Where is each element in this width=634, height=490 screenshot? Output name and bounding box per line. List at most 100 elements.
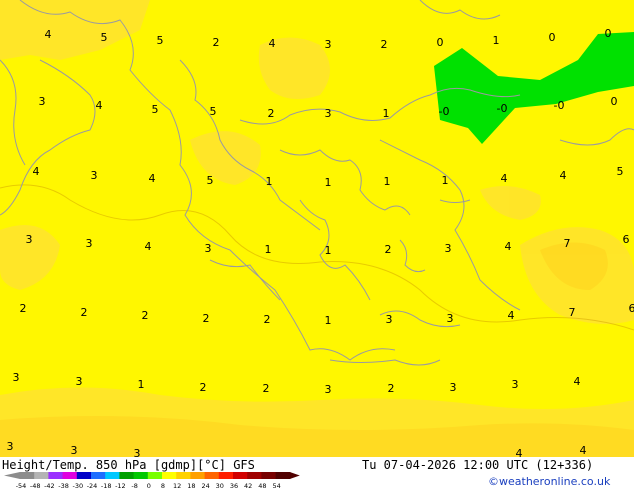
value-label: 3 — [13, 371, 20, 384]
value-label: 4 — [560, 169, 567, 182]
product-title: Height/Temp. 850 hPa [gdmp][°C] GFS — [2, 458, 255, 472]
weather-map: 4 5 5 2 4 3 2 0 1 0 0 3 4 5 5 2 3 1 -0 -0 -0 0 4 3 4 5 1 1 1 1 4 4 5 3 3 4 3… — [0, 0, 634, 460]
value-label: 4 — [45, 28, 52, 41]
value-label: 6 — [623, 233, 630, 246]
scale-swatch — [204, 472, 220, 479]
value-label: 1 — [325, 314, 332, 327]
scale-tick-label: -54 — [16, 482, 27, 490]
scale-swatch — [34, 472, 49, 479]
value-label: 2 — [81, 306, 88, 319]
footer-bar: Height/Temp. 850 hPa [gdmp][°C] GFS Tu 0… — [0, 457, 634, 490]
value-label: 2 — [20, 302, 27, 315]
scale-tick-label: -8 — [131, 482, 137, 490]
value-label: 2 — [200, 381, 207, 394]
value-label: 3 — [86, 237, 93, 250]
value-label: 2 — [388, 382, 395, 395]
value-label: 3 — [76, 375, 83, 388]
scale-tick-label: 36 — [230, 482, 238, 490]
scale-tick-label: -12 — [115, 482, 126, 490]
value-label: 2 — [213, 36, 220, 49]
value-label: 4 — [145, 240, 152, 253]
value-label: 5 — [210, 105, 217, 118]
value-label: 2 — [385, 243, 392, 256]
value-label: 3 — [445, 242, 452, 255]
scale-swatch — [91, 472, 106, 479]
value-label: -0 — [439, 105, 450, 118]
scale-tick-label: 42 — [244, 482, 252, 490]
scale-tick-label: 8 — [161, 482, 165, 490]
value-label: -0 — [554, 99, 565, 112]
scale-swatch — [62, 472, 78, 479]
scale-swatch — [261, 472, 277, 479]
value-label: 1 — [493, 34, 500, 47]
value-label: 7 — [569, 306, 576, 319]
value-label: 5 — [101, 31, 108, 44]
value-label: 2 — [264, 313, 271, 326]
value-label: 1 — [325, 176, 332, 189]
value-label: 2 — [268, 107, 275, 120]
scale-tick-label: -24 — [87, 482, 98, 490]
value-label: 3 — [71, 444, 78, 457]
scale-swatch — [147, 472, 163, 479]
value-label: 4 — [96, 99, 103, 112]
scale-arrow-left — [4, 472, 20, 479]
scale-swatch — [218, 472, 234, 479]
scale-swatch — [275, 472, 291, 479]
value-label: 5 — [207, 174, 214, 187]
scale-swatch — [20, 472, 35, 479]
value-label: 3 — [205, 242, 212, 255]
scale-tick-label: -38 — [58, 482, 69, 490]
value-label: 3 — [450, 381, 457, 394]
value-label: 3 — [7, 440, 14, 453]
scale-swatch — [105, 472, 120, 479]
map-canvas: 4 5 5 2 4 3 2 0 1 0 0 3 4 5 5 2 3 1 -0 -0 -0 0 4 3 4 5 1 1 1 1 4 4 5 3 3 4 3… — [0, 0, 634, 460]
value-label: 1 — [383, 107, 390, 120]
value-label: 3 — [134, 447, 141, 457]
scale-arrow-right — [289, 472, 300, 479]
value-label: 4 — [269, 37, 276, 50]
value-label: 6 — [629, 302, 634, 315]
value-label: 1 — [265, 243, 272, 256]
scale-tick-label: 0 — [147, 482, 151, 490]
scale-swatch — [162, 472, 177, 479]
value-label: 2 — [381, 38, 388, 51]
scale-tick-label: 30 — [216, 482, 224, 490]
scale-swatch — [247, 472, 262, 479]
scale-tick-label: 54 — [272, 482, 280, 490]
value-label: 3 — [91, 169, 98, 182]
scale-tick-label: 24 — [201, 482, 209, 490]
value-label: 5 — [617, 165, 624, 178]
value-label: 7 — [564, 237, 571, 250]
value-label: 2 — [263, 382, 270, 395]
value-label: 2 — [203, 312, 210, 325]
scale-swatch — [190, 472, 206, 479]
value-label: 4 — [505, 240, 512, 253]
value-label: 1 — [325, 244, 332, 257]
value-label: 4 — [580, 444, 587, 457]
scale-tick-label: -48 — [30, 482, 41, 490]
value-label: 1 — [384, 175, 391, 188]
scale-swatch — [119, 472, 135, 479]
scale-swatch — [176, 472, 191, 479]
value-label: -0 — [497, 102, 508, 115]
value-label: 5 — [157, 34, 164, 47]
value-label: 3 — [39, 95, 46, 108]
value-label: 0 — [605, 27, 612, 40]
value-label: 4 — [508, 309, 515, 322]
value-label: 3 — [325, 38, 332, 51]
value-label: 1 — [266, 175, 273, 188]
value-label: 3 — [325, 383, 332, 396]
value-label: 3 — [447, 312, 454, 325]
scale-tick-label: -42 — [44, 482, 55, 490]
value-label: 0 — [549, 31, 556, 44]
value-label: 3 — [325, 107, 332, 120]
value-label: 3 — [386, 313, 393, 326]
value-label: 3 — [26, 233, 33, 246]
value-label: 4 — [501, 172, 508, 185]
valid-datetime: Tu 07-04-2026 12:00 UTC (12+336) — [362, 458, 594, 472]
color-scale-bar: -54 -48 -42 -38 -30 -24 -18 -12 -8 0 8 12 18 24 30 36 42… — [4, 472, 300, 490]
value-label: 1 — [138, 378, 145, 391]
scale-tick-label: -18 — [101, 482, 112, 490]
value-label: 5 — [152, 103, 159, 116]
scale-swatch — [48, 472, 64, 479]
